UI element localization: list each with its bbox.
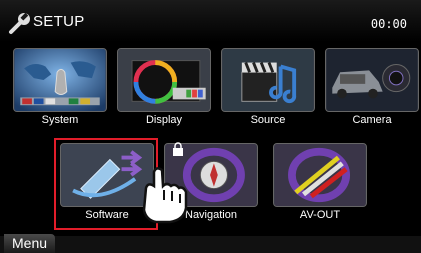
av-out-icon <box>274 144 366 206</box>
pointing-hand-icon <box>142 167 188 224</box>
display-label: Display <box>145 114 183 126</box>
wrench-icon <box>9 12 30 34</box>
menu-button[interactable]: Menu <box>4 234 56 253</box>
lock-icon <box>173 142 183 156</box>
setup-screen: SETUP 00:00 System Display Source Camera… <box>0 0 421 253</box>
camera-button[interactable] <box>325 48 419 112</box>
system-label: System <box>41 114 79 126</box>
source-label: Source <box>250 114 286 126</box>
bottom-bar <box>0 236 421 253</box>
av-out-label: AV-OUT <box>299 209 341 221</box>
header-bar: SETUP 00:00 <box>0 0 421 42</box>
source-icon <box>222 49 314 111</box>
clock: 00:00 <box>370 17 407 31</box>
system-button[interactable] <box>13 48 107 112</box>
camera-label: Camera <box>352 114 392 126</box>
source-button[interactable] <box>221 48 315 112</box>
page-title: SETUP <box>33 13 85 30</box>
av-out-button[interactable] <box>273 143 367 207</box>
camera-icon <box>326 49 418 111</box>
display-icon <box>118 49 210 111</box>
system-icon <box>14 49 106 111</box>
display-button[interactable] <box>117 48 211 112</box>
